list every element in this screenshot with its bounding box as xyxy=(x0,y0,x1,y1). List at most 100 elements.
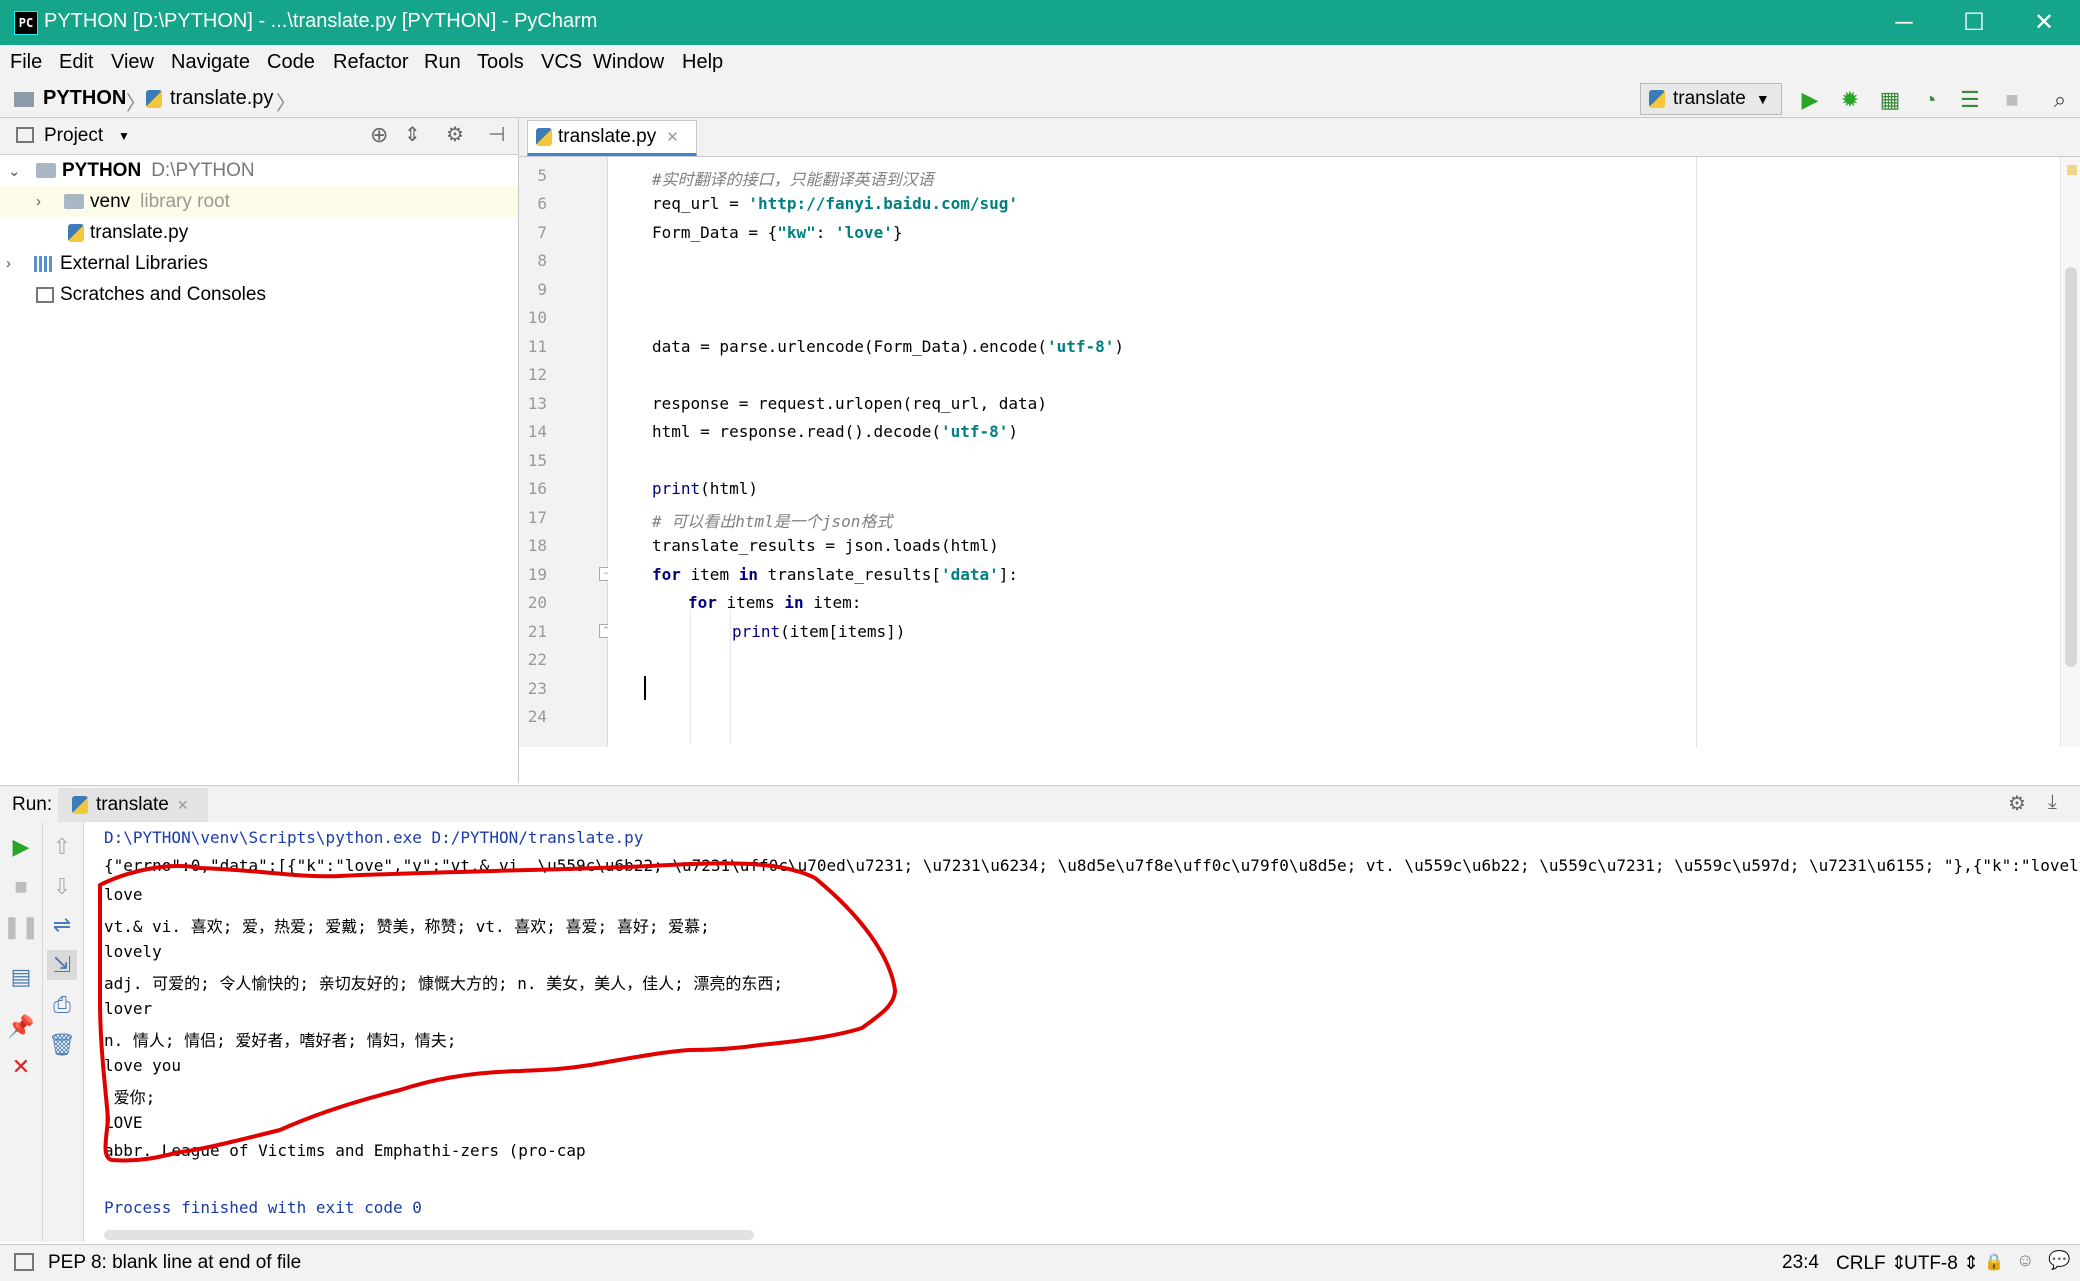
line-number: 22 xyxy=(527,650,547,669)
line-number: 19 xyxy=(527,565,547,584)
stop-icon[interactable]: ■ xyxy=(1996,85,2028,115)
menu-run[interactable]: Run xyxy=(424,51,461,74)
breadcrumb-project[interactable]: PYTHON xyxy=(43,87,126,110)
hide-panel-icon[interactable]: ⤓ xyxy=(2048,791,2057,814)
menu-vcs[interactable]: VCS xyxy=(541,51,582,74)
menu-navigate[interactable]: Navigate xyxy=(171,51,250,74)
chevron-right-icon[interactable]: › xyxy=(6,255,22,272)
code-line-21: print(item[items]) xyxy=(732,622,906,641)
pin-icon[interactable]: 📌 xyxy=(6,1012,36,1042)
tree-item-external-libraries[interactable]: › External Libraries xyxy=(0,248,518,279)
folder-icon xyxy=(14,92,34,107)
editor-tab-label: translate.py xyxy=(558,126,657,147)
code-line-7: Form_Data = {"kw": 'love'} xyxy=(652,223,903,242)
stop-icon[interactable]: ■ xyxy=(6,872,36,902)
scroll-to-end-icon[interactable]: ⇲ xyxy=(47,950,77,980)
pycharm-logo-icon: PC xyxy=(14,11,38,35)
inspection-indicator-icon[interactable] xyxy=(2067,165,2077,175)
run-tab-label: translate xyxy=(96,794,169,815)
library-icon xyxy=(34,255,54,272)
inspector-icon[interactable]: ☺ xyxy=(2016,1250,2034,1271)
maximize-icon[interactable]: ☐ xyxy=(1940,0,2008,45)
gear-icon[interactable]: ⚙ xyxy=(2008,791,2026,816)
locate-icon[interactable]: ⊕ xyxy=(370,122,388,148)
arrow-up-icon[interactable]: ⇧ xyxy=(47,832,77,862)
close-icon[interactable]: ✕ xyxy=(2010,0,2078,45)
navigation-bar: PYTHON 〉 translate.py 〉 translate ▼ ▶ ✹ … xyxy=(0,83,2080,118)
line-separator[interactable]: CRLF ⇕ xyxy=(1836,1252,1907,1275)
run-configuration-select[interactable]: translate ▼ xyxy=(1640,83,1782,115)
console-line: LOVE xyxy=(104,1113,143,1132)
caret-position[interactable]: 23:4 xyxy=(1782,1252,1819,1274)
coverage-icon[interactable]: ▦ xyxy=(1874,85,1906,115)
close-tab-icon[interactable]: ✕ xyxy=(177,797,189,814)
profile-icon[interactable]: ◔ xyxy=(1914,85,1946,115)
console-output[interactable]: D:\PYTHON\venv\Scripts\python.exe D:/PYT… xyxy=(84,822,2080,1242)
arrow-down-icon[interactable]: ⇩ xyxy=(47,872,77,902)
menu-help[interactable]: Help xyxy=(682,51,723,74)
collapse-all-icon[interactable]: ⇕ xyxy=(404,122,421,147)
menu-file[interactable]: File xyxy=(10,51,42,74)
python-file-icon xyxy=(72,796,88,814)
trash-icon[interactable]: 🗑 xyxy=(47,1030,77,1060)
print-icon[interactable]: ⎙ xyxy=(47,990,77,1020)
scrollbar-thumb[interactable] xyxy=(2065,267,2077,667)
menu-code[interactable]: Code xyxy=(267,51,315,74)
console-line-command: D:\PYTHON\venv\Scripts\python.exe D:/PYT… xyxy=(104,828,644,847)
lock-icon[interactable]: 🔒 xyxy=(1984,1252,2004,1272)
line-number: 11 xyxy=(527,337,547,356)
gear-icon[interactable]: ⚙ xyxy=(446,122,464,147)
breadcrumb-file[interactable]: translate.py xyxy=(170,87,273,110)
menu-tools[interactable]: Tools xyxy=(477,51,524,74)
tool-windows-icon[interactable] xyxy=(14,1253,34,1271)
hide-panel-icon[interactable]: ⊣ xyxy=(488,122,505,147)
chevron-down-icon[interactable]: ⌄ xyxy=(8,162,24,180)
event-log-icon[interactable]: 💬 xyxy=(2048,1250,2070,1271)
console-line: 爱你; xyxy=(104,1088,156,1107)
tree-item-python[interactable]: ⌄ PYTHON D:\PYTHON xyxy=(0,155,518,186)
console-line: abbr. League of Victims and Emphathi-zer… xyxy=(104,1141,586,1160)
line-number: 10 xyxy=(527,308,547,327)
minimize-icon[interactable]: ─ xyxy=(1870,0,1938,45)
project-panel-title[interactable]: Project xyxy=(44,125,103,147)
search-icon[interactable]: ⌕ xyxy=(2044,85,2076,115)
soft-wrap-icon[interactable]: ⇌ xyxy=(47,910,77,940)
run-icon[interactable]: ▶ xyxy=(1794,85,1826,115)
status-message: PEP 8: blank line at end of file xyxy=(48,1252,302,1273)
tree-item-hint: D:\PYTHON xyxy=(151,159,255,181)
editor-scrollbar[interactable] xyxy=(2060,157,2080,747)
debug-icon[interactable]: ✹ xyxy=(1834,85,1866,115)
editor-tab-translate[interactable]: translate.py ✕ xyxy=(527,120,697,156)
project-icon xyxy=(16,127,34,143)
menu-view[interactable]: View xyxy=(111,51,154,74)
run-panel-header: Run: translate ✕ ⚙ ⤓ xyxy=(0,785,2080,823)
menu-edit[interactable]: Edit xyxy=(59,51,93,74)
file-encoding[interactable]: UTF-8 ⇕ xyxy=(1904,1252,1979,1275)
code-line-13: response = request.urlopen(req_url, data… xyxy=(652,394,1047,413)
close-tab-icon[interactable]: ✕ xyxy=(666,128,679,146)
chevron-right-icon[interactable]: › xyxy=(36,193,52,210)
tree-item-translate-py[interactable]: translate.py xyxy=(0,217,518,248)
concurrency-icon[interactable]: ☰ xyxy=(1954,85,1986,115)
pause-icon[interactable]: ❚❚ xyxy=(3,912,40,942)
console-line: lovely xyxy=(104,942,162,961)
tree-item-scratches[interactable]: Scratches and Consoles xyxy=(0,279,518,310)
folder-icon xyxy=(64,194,84,209)
tree-item-venv[interactable]: › venv library root xyxy=(0,186,518,217)
console-line: love you xyxy=(104,1056,182,1075)
menu-window[interactable]: Window xyxy=(593,51,664,74)
line-number: 13 xyxy=(527,394,547,413)
close-icon[interactable]: ✕ xyxy=(6,1052,36,1082)
code-editor[interactable]: #实时翻译的接口，只能翻译英语到汉语 req_url = 'http://fan… xyxy=(608,157,2060,747)
run-tab-translate[interactable]: translate ✕ xyxy=(58,788,208,822)
code-line-5: #实时翻译的接口，只能翻译英语到汉语 xyxy=(652,170,934,189)
menu-refactor[interactable]: Refactor xyxy=(333,51,409,74)
python-file-icon xyxy=(536,128,552,146)
console-line: lover xyxy=(104,999,153,1018)
rerun-icon[interactable]: ▶ xyxy=(6,832,36,862)
console-line: vt.& vi. 喜欢; 爱，热爱; 爱戴; 赞美，称赞; vt. 喜欢; 喜爱… xyxy=(104,917,710,936)
chevron-down-icon[interactable]: ▼ xyxy=(118,129,130,143)
project-tree: ⌄ PYTHON D:\PYTHON › venv library root t… xyxy=(0,155,519,783)
layout-icon[interactable]: ▤ xyxy=(6,962,36,992)
console-horizontal-scrollbar[interactable] xyxy=(104,1230,754,1240)
